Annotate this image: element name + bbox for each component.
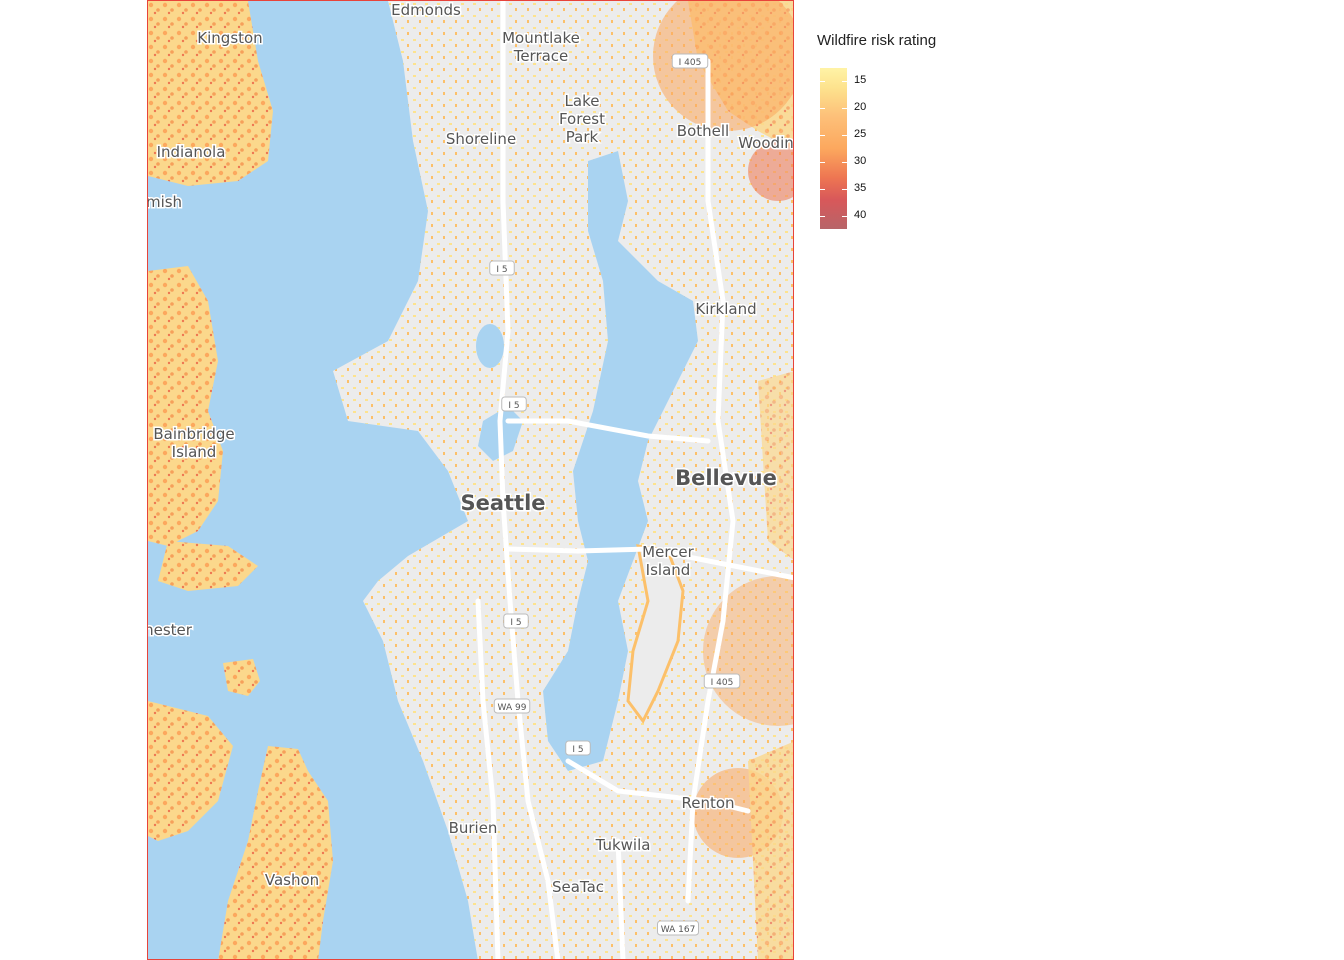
legend-tick-label: 35 <box>854 182 867 194</box>
place-label-mercer: Mercer <box>642 543 694 561</box>
shield-label-i5d: I 5 <box>572 745 583 755</box>
shield-label-i5b: I 5 <box>508 401 519 411</box>
place-label-vashon: Vashon <box>265 871 319 889</box>
place-label-bothell: Bothell <box>677 122 729 140</box>
legend-tick-label: 25 <box>854 128 867 140</box>
legend-tick-mark <box>820 162 825 163</box>
legend-tick-mark <box>820 216 825 217</box>
place-label-bellevue: Bellevue <box>675 466 777 490</box>
legend-tick-mark <box>842 108 847 109</box>
shield-label-i405a: I 405 <box>679 58 702 68</box>
place-label-nester: nester <box>148 621 193 639</box>
place-label-seattle: Seattle <box>460 491 545 515</box>
legend-tick-mark <box>820 108 825 109</box>
place-label-bainbridge: Bainbridge <box>153 425 234 443</box>
shield-i5d: I 5 <box>565 740 591 756</box>
place-label-lake: Lake <box>565 92 600 110</box>
legend-tick-mark <box>820 135 825 136</box>
legend-tick-mark <box>842 189 847 190</box>
legend-tick-mark <box>842 81 847 82</box>
legend-tick-mark <box>842 162 847 163</box>
legend-tick-mark <box>820 81 825 82</box>
shield-wa99: WA 99 <box>493 698 531 714</box>
place-label-tukwila: Tukwila <box>595 836 651 854</box>
shield-label-i5c: I 5 <box>510 618 521 628</box>
legend-tick-label: 30 <box>854 155 867 167</box>
legend-title: Wildfire risk rating <box>817 32 937 49</box>
place-label-park: Park <box>566 128 599 146</box>
shield-i405b: I 405 <box>703 673 741 689</box>
place-label-seatac: SeaTac <box>552 878 604 896</box>
shield-label-i5a: I 5 <box>496 265 507 275</box>
place-label-indianola: Indianola <box>157 143 226 161</box>
map-canvas: Edmonds Kingston MountlakeTerrace LakeFores… <box>148 1 794 959</box>
place-label-shoreline: Shoreline <box>446 130 516 148</box>
place-label-mish: mish <box>148 193 182 211</box>
place-label-island2: Island <box>646 561 691 579</box>
legend-tick-mark <box>842 216 847 217</box>
shield-i5c: I 5 <box>503 613 529 629</box>
place-label-mountlake: Mountlake <box>502 29 580 47</box>
shield-i405a: I 405 <box>671 53 709 69</box>
place-label-edmonds: Edmonds <box>391 1 461 19</box>
shield-i5a: I 5 <box>489 260 515 276</box>
place-label-terrace: Terrace <box>513 47 569 65</box>
shield-label-wa167: WA 167 <box>661 925 696 935</box>
legend-tick-mark <box>820 189 825 190</box>
place-label-island1: Island <box>172 443 217 461</box>
shield-wa167: WA 167 <box>657 920 699 936</box>
shield-label-i405b: I 405 <box>711 678 734 688</box>
place-label-burien: Burien <box>449 819 498 837</box>
legend-colorbar <box>820 68 847 229</box>
place-label-kingston: Kingston <box>197 29 262 47</box>
place-label-forest: Forest <box>559 110 605 128</box>
legend-tick-mark <box>842 135 847 136</box>
green-lake-water <box>476 324 504 368</box>
place-label-woodin: Woodin <box>738 134 794 152</box>
legend-tick-label: 20 <box>854 101 867 113</box>
place-label-kirkland: Kirkland <box>695 300 756 318</box>
legend-tick-label: 15 <box>854 74 867 86</box>
shield-label-wa99: WA 99 <box>498 703 527 713</box>
legend-tick-label: 40 <box>854 209 867 221</box>
place-label-renton: Renton <box>681 794 734 812</box>
shield-i5b: I 5 <box>501 396 527 412</box>
wildfire-risk-map[interactable]: Edmonds Kingston Mountlake Terrace Lake Fores… <box>147 0 794 960</box>
